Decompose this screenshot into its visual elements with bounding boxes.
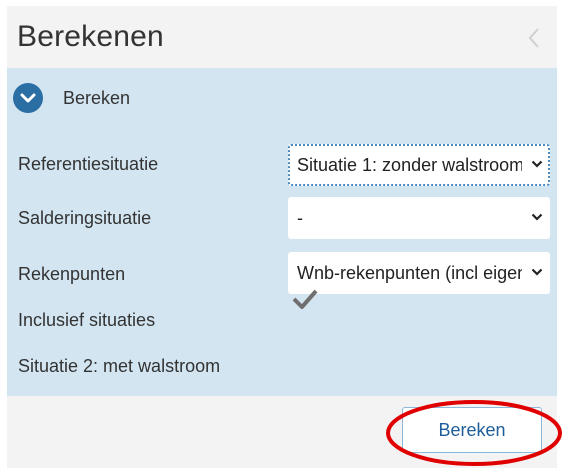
included-situations-heading: Inclusief situaties <box>18 310 156 330</box>
netting-situation-value: - <box>297 208 303 228</box>
calculate-panel: Berekenen Bereken Referentiesituatie Sit… <box>7 6 557 468</box>
panel-header: Berekenen <box>7 6 557 68</box>
calculation-points-label: Rekenpunten <box>18 264 126 284</box>
calculation-points-select[interactable]: Wnb-rekenpunten (incl eigen rekenpunten) <box>288 252 550 294</box>
reference-situation-label: Referentiesituatie <box>18 154 159 174</box>
checkmark-icon[interactable] <box>292 288 318 310</box>
chevron-left-icon[interactable] <box>525 25 543 51</box>
reference-situation-value: Situatie 1: zonder walstroom <box>297 155 522 175</box>
chevron-down-circle-icon <box>13 83 43 113</box>
calculate-section: Bereken Referentiesituatie Situatie 1: z… <box>7 68 557 396</box>
panel-title: Berekenen <box>17 20 164 53</box>
chevron-down-icon <box>531 268 543 276</box>
netting-situation-select[interactable]: - <box>288 197 550 239</box>
included-situation-label: Situatie 2: met walstroom <box>18 356 221 376</box>
netting-situation-label: Salderingsituatie <box>18 208 152 228</box>
calculation-points-value: Wnb-rekenpunten (incl eigen rekenpunten) <box>297 263 522 283</box>
chevron-down-icon <box>531 213 543 221</box>
section-label: Bereken <box>63 88 131 108</box>
calculate-button[interactable]: Bereken <box>402 407 542 453</box>
reference-situation-select[interactable]: Situatie 1: zonder walstroom <box>288 144 550 186</box>
chevron-down-icon <box>531 160 543 168</box>
